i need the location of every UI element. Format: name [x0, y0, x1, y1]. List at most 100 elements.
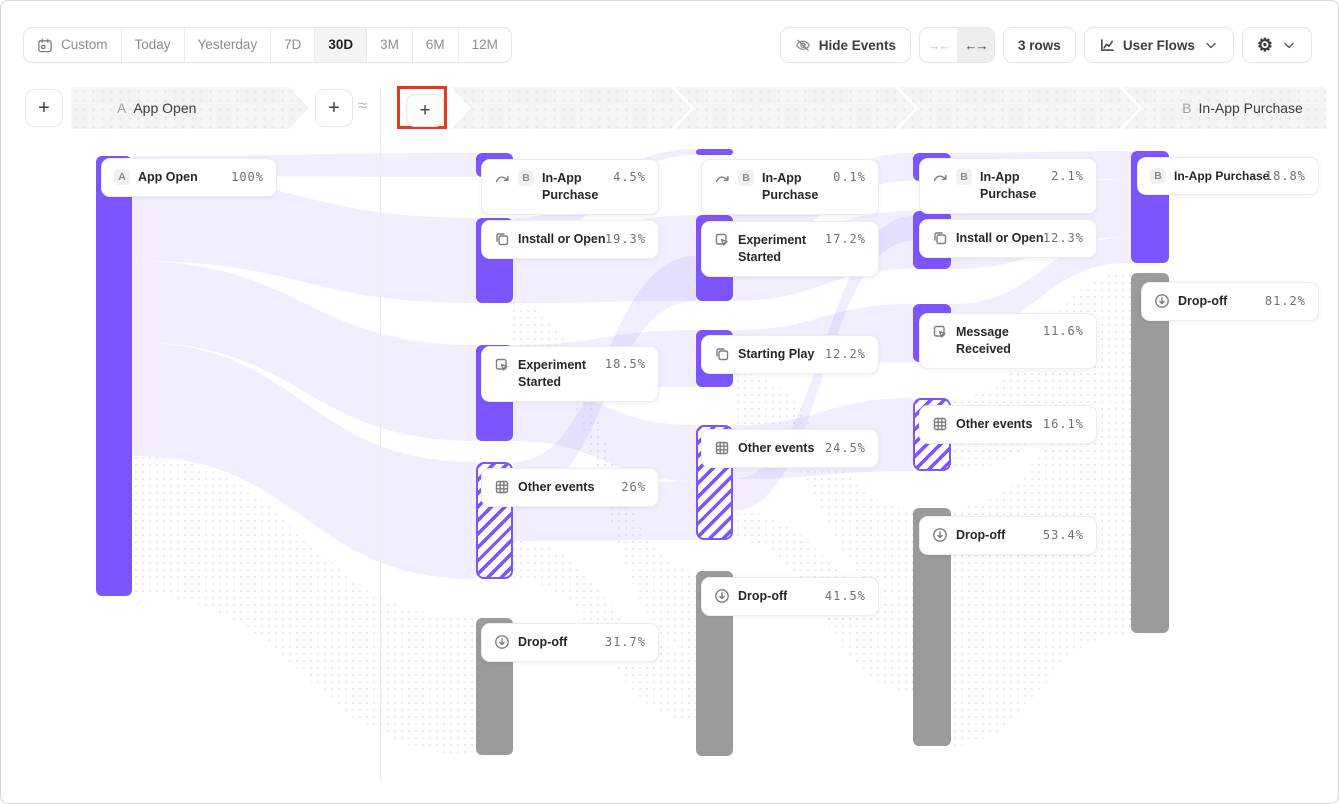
add-step-before-button[interactable]: +	[25, 89, 63, 127]
hide-events-label: Hide Events	[819, 38, 896, 53]
node-value: 53.4%	[1043, 528, 1084, 542]
flow-node-experiment-started[interactable]: Experiment Started 17.2%	[701, 221, 879, 277]
node-value: 18.5%	[605, 357, 646, 371]
rows-label: 3 rows	[1018, 38, 1061, 53]
flow-node-starting-play[interactable]: Starting Play 12.2%	[701, 335, 879, 374]
flow-node-in-app-purchase[interactable]: B In-App Purchase 0.1%	[701, 159, 879, 215]
node-label: Starting Play	[738, 346, 817, 363]
trend-arrow-icon	[494, 170, 510, 186]
flow-node-install-or-open[interactable]: Install or Open 19.3%	[481, 220, 659, 259]
eye-off-icon	[795, 37, 811, 53]
step-b-badge: B	[1150, 168, 1166, 184]
flow-node-other-events[interactable]: Other events 26%	[481, 468, 659, 507]
calendar-icon	[37, 37, 53, 53]
date-range-30d[interactable]: 30D	[315, 28, 367, 62]
flow-node-drop-off[interactable]: Drop-off 81.2%	[1141, 282, 1319, 321]
gear-icon: ⚙	[1257, 36, 1273, 54]
grid-icon	[494, 479, 510, 495]
toolbar-right: Hide Events →← ←→ 3 rows User Flows ⚙	[780, 27, 1312, 63]
cursor-click-icon	[494, 357, 510, 373]
node-value: 18.8%	[1265, 169, 1306, 183]
date-range-selector: Custom Today Yesterday 7D 30D 3M 6M 12M	[23, 27, 512, 63]
flow-node-message-received[interactable]: Message Received 11.6%	[919, 313, 1097, 369]
settings-dropdown[interactable]: ⚙	[1242, 27, 1312, 63]
flow-node-other-events[interactable]: Other events 24.5%	[701, 429, 879, 468]
node-label: Other events	[518, 479, 613, 496]
flow-node-install-or-open[interactable]: Install or Open 12.3%	[919, 219, 1097, 258]
flow-bar-drop-off[interactable]	[1131, 273, 1169, 633]
date-range-3m[interactable]: 3M	[367, 28, 413, 62]
cursor-click-icon	[932, 324, 948, 340]
date-range-7d[interactable]: 7D	[271, 28, 315, 62]
step-a-badge: A	[114, 169, 130, 185]
node-label: Drop-off	[738, 588, 817, 605]
rows-button[interactable]: 3 rows	[1003, 27, 1076, 63]
node-value: 81.2%	[1265, 294, 1306, 308]
step-b-badge: B	[518, 170, 534, 186]
node-label: Message Received	[956, 324, 1035, 358]
line-chart-icon	[1099, 37, 1115, 53]
node-label: Drop-off	[956, 527, 1035, 544]
flow-node-drop-off[interactable]: Drop-off 41.5%	[701, 577, 879, 616]
node-value: 24.5%	[825, 441, 866, 455]
add-step-after-a-button[interactable]: +	[315, 89, 353, 127]
drop-off-icon	[494, 634, 510, 650]
node-label: In-App Purchase	[762, 170, 825, 204]
node-label: Drop-off	[518, 634, 597, 651]
date-range-custom[interactable]: Custom	[24, 28, 122, 62]
trend-arrow-icon	[714, 170, 730, 186]
flow-node-experiment-started[interactable]: Experiment Started 18.5%	[481, 346, 659, 402]
grid-icon	[932, 416, 948, 432]
column-divider	[380, 87, 381, 781]
step-b-badge: B	[738, 170, 754, 186]
flow-node-in-app-purchase[interactable]: B In-App Purchase 4.5%	[481, 159, 659, 215]
date-range-6m[interactable]: 6M	[413, 28, 459, 62]
flow-node-drop-off[interactable]: Drop-off 53.4%	[919, 516, 1097, 555]
flow-node-drop-off[interactable]: Drop-off 31.7%	[481, 623, 659, 662]
date-range-label: Custom	[61, 28, 108, 62]
date-range-12m[interactable]: 12M	[459, 28, 511, 62]
node-label: Other events	[956, 416, 1035, 433]
flow-node-app-open[interactable]: A App Open 100%	[101, 158, 277, 197]
grid-icon	[714, 440, 730, 456]
date-range-yesterday[interactable]: Yesterday	[185, 28, 272, 62]
node-value: 12.3%	[1043, 231, 1084, 245]
trend-arrow-icon	[932, 169, 948, 185]
step-banner-b: B In-App Purchase	[1123, 87, 1339, 129]
node-label: In-App Purchase	[1174, 168, 1257, 184]
flow-node-in-app-purchase[interactable]: B In-App Purchase 2.1%	[919, 158, 1097, 214]
node-value: 26%	[621, 480, 646, 494]
chevron-down-icon	[1203, 37, 1219, 53]
flow-bar-app-open[interactable]	[96, 156, 132, 596]
node-value: 16.1%	[1043, 417, 1084, 431]
flow-node-other-events[interactable]: Other events 16.1%	[919, 405, 1097, 444]
drop-off-icon	[1154, 293, 1170, 309]
node-label: Experiment Started	[518, 357, 597, 391]
date-range-today[interactable]: Today	[122, 28, 185, 62]
step-banner-a: A App Open	[71, 87, 355, 129]
user-flows-canvas: Custom Today Yesterday 7D 30D 3M 6M 12M …	[0, 0, 1339, 804]
cursor-click-icon	[714, 232, 730, 248]
node-value: 2.1%	[1051, 169, 1084, 183]
add-step-between-button[interactable]: +	[406, 94, 444, 127]
step-banner-mid-1	[451, 87, 691, 129]
node-label: Other events	[738, 440, 817, 457]
flow-node-in-app-purchase[interactable]: B In-App Purchase 18.8%	[1137, 157, 1319, 195]
step-b-letter: B	[1182, 100, 1191, 116]
node-value: 4.5%	[613, 170, 646, 184]
layered-screens-icon	[932, 230, 948, 246]
step-b-badge: B	[956, 169, 972, 185]
node-value: 12.2%	[825, 347, 866, 361]
step-a-label: App Open	[133, 100, 196, 116]
flow-bar-in-app-purchase[interactable]	[696, 149, 733, 155]
node-value: 11.6%	[1043, 324, 1084, 338]
step-a-letter: A	[117, 100, 126, 116]
view-selector-dropdown[interactable]: User Flows	[1084, 27, 1234, 63]
expand-columns-button[interactable]: ←→	[957, 28, 994, 62]
chevron-down-icon	[1281, 37, 1297, 53]
collapse-columns-button[interactable]: →←	[920, 28, 957, 62]
node-label: App Open	[138, 169, 223, 186]
node-value: 31.7%	[605, 635, 646, 649]
node-value: 19.3%	[605, 232, 646, 246]
hide-events-button[interactable]: Hide Events	[780, 27, 911, 63]
